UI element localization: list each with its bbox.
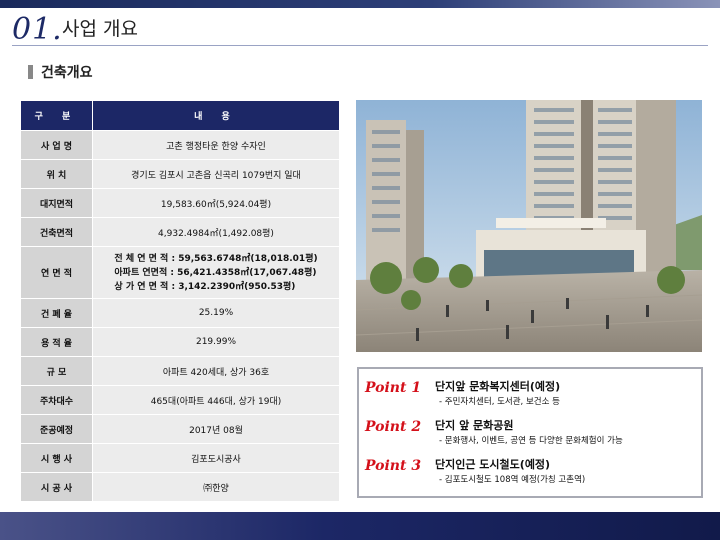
top-accent-bar: [0, 0, 720, 8]
point-item: Point 2 단지 앞 문화공원 - 문화행사, 이벤트, 공연 등 다양한 …: [365, 418, 623, 448]
row-value: 고촌 행정타운 한양 수자인: [92, 130, 340, 160]
commercial-floor-area: 상 가 연 면 적 : 3,142.2390㎡(950.53평): [114, 281, 296, 292]
row-value: ㈜한양: [92, 472, 340, 502]
point-item: Point 1 단지앞 문화복지센터(예정) - 주민자치센터, 도서관, 보건…: [365, 379, 560, 409]
point-body: 단지 앞 문화공원 - 문화행사, 이벤트, 공연 등 다양한 문화체험이 가능: [435, 418, 623, 448]
row-label: 건 폐 율: [20, 298, 93, 328]
row-value: 25.19%: [92, 298, 340, 328]
point-detail: - 주민자치센터, 도서관, 보건소 등: [439, 397, 560, 407]
section-heading: 건축개요: [28, 62, 93, 82]
row-label: 용 적 율: [20, 327, 93, 357]
row-label: 건축면적: [20, 217, 93, 247]
table-row: 시 공 사 ㈜한양: [20, 472, 340, 502]
point-label: Point 2: [365, 419, 422, 435]
section-marker-icon: [28, 65, 33, 79]
row-value: 465대(아파트 446대, 상가 19대): [92, 385, 340, 415]
section-number: 01.: [12, 12, 63, 47]
point-body: 단지앞 문화복지센터(예정) - 주민자치센터, 도서관, 보건소 등: [435, 379, 560, 409]
apartment-floor-area: 아파트 연면적 : 56,421.4358㎡(17,067.48평): [114, 267, 317, 278]
table-row: 규 모 아파트 420세대, 상가 36호: [20, 356, 340, 386]
row-value: 경기도 김포시 고촌읍 신곡리 1079번지 일대: [92, 159, 340, 189]
point-title: 단지앞 문화복지센터(예정): [435, 380, 561, 393]
floor-area-lines: 전 체 연 면 적 : 59,563.6748㎡(18,018.01평) 아파트…: [114, 252, 317, 294]
row-label: 대지면적: [20, 188, 93, 218]
table-row: 주차대수 465대(아파트 446대, 상가 19대): [20, 385, 340, 415]
row-value: 김포도시공사: [92, 443, 340, 473]
point-body: 단지인근 도시철도(예정) - 김포도시철도 108역 예정(가칭 고촌역): [435, 457, 585, 487]
row-value: 4,932.4984㎡(1,492.08평): [92, 217, 340, 247]
row-label: 시 공 사: [20, 472, 93, 502]
bottom-accent-bar: [0, 512, 720, 540]
row-label: 사 업 명: [20, 130, 93, 160]
row-label: 준공예정: [20, 414, 93, 444]
table-header-category: 구 분: [20, 100, 93, 131]
title-divider: [12, 45, 708, 46]
row-value: 아파트 420세대, 상가 36호: [92, 356, 340, 386]
row-value: 전 체 연 면 적 : 59,563.6748㎡(18,018.01평) 아파트…: [92, 246, 340, 299]
total-floor-area: 전 체 연 면 적 : 59,563.6748㎡(18,018.01평): [114, 253, 318, 264]
row-label: 규 모: [20, 356, 93, 386]
table-row: 대지면적 19,583.60㎡(5,924.04평): [20, 188, 340, 218]
row-value: 219.99%: [92, 327, 340, 357]
row-label: 주차대수: [20, 385, 93, 415]
table-row: 시 행 사 김포도시공사: [20, 443, 340, 473]
table-row: 연 면 적 전 체 연 면 적 : 59,563.6748㎡(18,018.01…: [20, 246, 340, 299]
point-title: 단지 앞 문화공원: [435, 419, 514, 432]
point-title: 단지인근 도시철도(예정): [435, 458, 551, 471]
table-row: 건축면적 4,932.4984㎡(1,492.08평): [20, 217, 340, 247]
row-label: 시 행 사: [20, 443, 93, 473]
table-row: 용 적 율 219.99%: [20, 327, 340, 357]
table-row: 건 폐 율 25.19%: [20, 298, 340, 328]
point-label: Point 1: [365, 380, 422, 396]
table-header-content: 내 용: [92, 100, 340, 131]
point-detail: - 김포도시철도 108역 예정(가칭 고촌역): [439, 475, 586, 485]
row-label: 연 면 적: [20, 246, 93, 299]
complex-rendering-image: [356, 100, 702, 352]
table-row: 준공예정 2017년 08월: [20, 414, 340, 444]
page-title: 사업 개요: [62, 18, 138, 40]
points-box: Point 1 단지앞 문화복지센터(예정) - 주민자치센터, 도서관, 보건…: [357, 367, 703, 498]
building-overview-table: 구 분 내 용 사 업 명 고촌 행정타운 한양 수자인 위 치 경기도 김포시…: [20, 100, 340, 502]
table-row: 위 치 경기도 김포시 고촌읍 신곡리 1079번지 일대: [20, 159, 340, 189]
section-heading-text: 건축개요: [41, 65, 93, 81]
table-row: 사 업 명 고촌 행정타운 한양 수자인: [20, 130, 340, 160]
row-value: 2017년 08월: [92, 414, 340, 444]
row-label: 위 치: [20, 159, 93, 189]
point-item: Point 3 단지인근 도시철도(예정) - 김포도시철도 108역 예정(가…: [365, 457, 585, 487]
row-value: 19,583.60㎡(5,924.04평): [92, 188, 340, 218]
table-header-row: 구 분 내 용: [20, 100, 340, 131]
point-detail: - 문화행사, 이벤트, 공연 등 다양한 문화체험이 가능: [439, 436, 623, 446]
point-label: Point 3: [365, 458, 422, 474]
